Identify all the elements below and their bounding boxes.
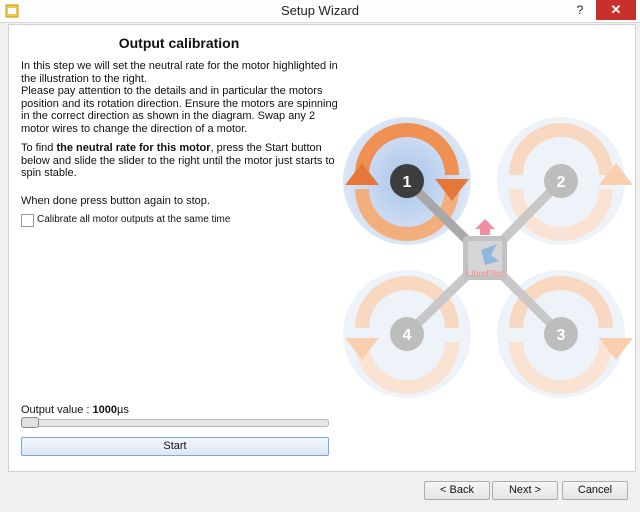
motor-2-label: 2 xyxy=(557,174,566,191)
front-arrow xyxy=(475,219,495,235)
logo-text: LibrePilot xyxy=(467,269,504,278)
output-unit: µs xyxy=(117,404,129,416)
calibrate-all-label: Calibrate all motor outputs at the same … xyxy=(37,214,231,225)
output-value: 1000 xyxy=(92,404,118,416)
output-slider[interactable] xyxy=(21,419,329,427)
close-button[interactable]: ✕ xyxy=(596,0,636,20)
page-heading: Output calibration xyxy=(118,35,240,51)
motor-diagram: LibrePilot 1 2 3 4 xyxy=(343,117,633,398)
calibrate-all-checkbox[interactable] xyxy=(21,214,34,227)
instruction-text: To find the neutral rate for this motor,… xyxy=(21,142,339,180)
motor-3-label: 3 xyxy=(557,327,566,344)
motor-1-label: 1 xyxy=(403,174,412,191)
instruction-prefix: To find xyxy=(21,142,57,154)
motor-4-label: 4 xyxy=(403,327,412,344)
output-value-label: Output value : 1000µs xyxy=(21,404,129,416)
next-button[interactable]: Next > xyxy=(492,481,558,500)
help-button[interactable]: ? xyxy=(568,1,592,19)
wizard-page: Output calibration In this step we will … xyxy=(8,24,636,472)
cancel-button[interactable]: Cancel xyxy=(562,481,628,500)
start-button[interactable]: Start xyxy=(21,437,329,456)
intro-text: In this step we will set the neutral rat… xyxy=(21,60,338,135)
window-title: Setup Wizard xyxy=(280,3,360,18)
instruction-bold: the neutral rate for this motor xyxy=(56,142,211,154)
title-bar: Setup Wizard ? ✕ xyxy=(0,0,640,23)
output-label-text: Output value : xyxy=(21,404,93,416)
back-button[interactable]: < Back xyxy=(424,481,490,500)
slider-handle[interactable] xyxy=(21,417,39,428)
done-text: When done press button again to stop. xyxy=(21,195,210,207)
